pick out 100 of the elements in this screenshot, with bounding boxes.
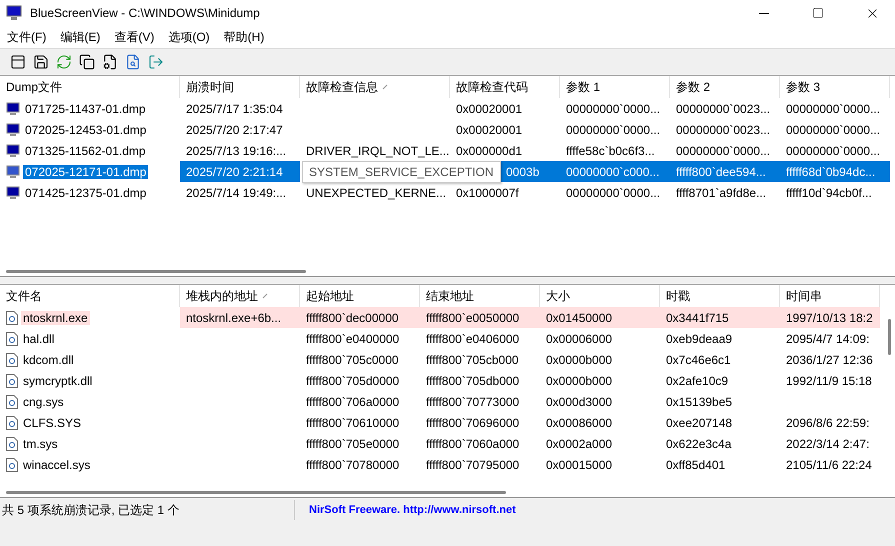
file-name[interactable]: CLFS.SYS — [21, 416, 84, 430]
table-cell: fffff800`706a0000 — [306, 394, 400, 408]
table-cell: 0x7c46e6c1 — [666, 352, 731, 366]
file-name[interactable]: 071725-11437-01.dmp — [23, 102, 148, 116]
table-cell: fffff800`e0406000 — [426, 332, 520, 346]
table-cell: 0x000000d1 — [456, 144, 522, 158]
file-icon — [6, 458, 18, 472]
table-cell: 00000000`0000... — [676, 144, 770, 158]
file-icon — [6, 332, 18, 346]
file-name[interactable]: hal.dll — [21, 332, 56, 346]
status-text: 共 5 项系统崩溃记录, 已选定 1 个 — [0, 500, 295, 520]
table-cell: fffff800`dee594... — [676, 164, 766, 178]
search-icon — [125, 54, 141, 70]
table-cell: 0x01450000 — [546, 310, 612, 324]
splitter[interactable] — [0, 276, 895, 285]
table-cell: 0x00020001 — [456, 122, 522, 136]
table-cell: 1992/11/9 15:18 — [786, 374, 872, 388]
file-icon — [6, 416, 18, 430]
table-cell: 1997/10/13 18:2 — [786, 310, 873, 324]
file-name[interactable]: 072025-12171-01.dmp — [23, 164, 148, 178]
table-cell: 0x000d3000 — [546, 394, 612, 408]
toolbar-button[interactable] — [77, 52, 97, 72]
table-cell: 2025/7/20 2:21:14 — [186, 164, 283, 178]
scrollbar-thumb[interactable] — [6, 270, 306, 272]
table-cell: fffff800`70610000 — [306, 416, 400, 430]
table-cell: 00000000`0000... — [786, 144, 880, 158]
maximize-icon — [812, 7, 824, 19]
file-name[interactable]: ntoskrnl.exe — [21, 310, 90, 324]
sort-icon — [382, 84, 388, 90]
file-name[interactable]: kdcom.dll — [21, 352, 76, 366]
table-cell: 00000000`0023... — [676, 102, 770, 116]
file-name[interactable]: symcryptk.dll — [21, 374, 94, 388]
table-cell: ntoskrnl.exe+6b... — [186, 310, 282, 324]
file-name[interactable]: winaccel.sys — [21, 458, 92, 472]
table-cell: ffff8701`a9fd8e... — [676, 186, 766, 200]
table-cell: fffff800`e0400000 — [306, 332, 400, 346]
table-cell: fffff800`705db000 — [426, 374, 520, 388]
table-cell: 0x00006000 — [546, 332, 612, 346]
table-cell: 0x622e3c4a — [666, 436, 732, 450]
table-cell: 2025/7/20 2:17:47 — [186, 122, 283, 136]
table-cell: 0xff85d401 — [666, 458, 726, 472]
table-cell: 00000000`0000... — [566, 186, 660, 200]
table-cell: fffff800`70696000 — [426, 416, 520, 430]
menu-item[interactable]: 文件(F) — [0, 26, 54, 48]
file-icon — [6, 436, 18, 450]
table-cell: 0003b — [506, 164, 540, 178]
app-monitor-icon — [6, 5, 22, 21]
file-name[interactable]: 071425-12375-01.dmp — [23, 186, 148, 200]
table-cell: 00000000`0000... — [566, 122, 660, 136]
file-name[interactable]: 071325-11562-01.dmp — [23, 144, 148, 158]
table-cell: 2036/1/27 12:36 — [786, 352, 873, 366]
refresh-icon — [56, 54, 72, 70]
table-cell: fffff800`705d0000 — [306, 374, 400, 388]
copy-icon — [79, 54, 95, 70]
table-cell: 2025/7/13 19:16:... — [186, 144, 286, 158]
scrollbar-thumb[interactable] — [888, 319, 891, 355]
table-cell: 2025/7/14 19:49:... — [186, 186, 286, 200]
file-icon — [6, 394, 18, 408]
table-cell: fffff800`705c0000 — [306, 352, 399, 366]
tooltip: SYSTEM_SERVICE_EXCEPTION — [302, 161, 500, 183]
table-cell: 0x1000007f — [456, 186, 519, 200]
website-link[interactable]: NirSoft Freeware. http://www.nirsoft.net — [295, 504, 516, 516]
table-cell: fffff800`7060a000 — [426, 436, 520, 450]
file-icon — [6, 352, 18, 366]
file-icon — [6, 374, 18, 388]
table-cell: 0x3441f715 — [666, 310, 729, 324]
table-cell: 0x0000b000 — [546, 374, 612, 388]
menu-item[interactable]: 编辑(E) — [53, 26, 108, 48]
table-cell: 2095/4/7 14:09: — [786, 332, 870, 346]
table-cell: 2105/11/6 22:24 — [786, 458, 872, 472]
table-cell: 0xeb9deaa9 — [666, 332, 732, 346]
monitor-icon — [6, 102, 20, 116]
window-icon — [10, 54, 26, 70]
sort-icon — [262, 293, 268, 299]
table-cell: 00000000`0023... — [676, 122, 770, 136]
table-cell: 00000000`0000... — [786, 102, 880, 116]
table-cell: fffff800`70795000 — [426, 458, 520, 472]
menu-item[interactable]: 选项(O) — [161, 26, 217, 48]
table-cell: fffff10d`94cb0f... — [786, 186, 872, 200]
table-cell: 0x0000b000 — [546, 352, 612, 366]
menu-item[interactable]: 查看(V) — [107, 26, 162, 48]
table-cell: 2022/3/14 2:47: — [786, 436, 870, 450]
table-cell: 2025/7/17 1:35:04 — [186, 102, 283, 116]
monitor-icon — [6, 122, 20, 136]
table-cell: 0x00015000 — [546, 458, 612, 472]
table-cell: DRIVER_IRQL_NOT_LE... — [306, 144, 450, 158]
scrollbar-thumb[interactable] — [6, 490, 506, 494]
table-cell: 0x00086000 — [546, 416, 612, 430]
table-cell: fffff800`705e0000 — [306, 436, 400, 450]
file-name[interactable]: 072025-12453-01.dmp — [23, 122, 148, 136]
monitor-icon — [6, 164, 20, 178]
table-cell: 00000000`c000... — [566, 164, 660, 178]
exit-icon — [148, 54, 164, 70]
table-cell: fffff68d`0b94dc... — [786, 164, 876, 178]
menu-item[interactable]: 帮助(H) — [216, 26, 272, 48]
table-cell: fffff800`70780000 — [306, 458, 400, 472]
table-cell: fffff800`705cb000 — [426, 352, 519, 366]
file-icon — [6, 310, 18, 324]
table-cell: 0xee207148 — [666, 416, 732, 430]
table-cell: 0x2afe10c9 — [666, 374, 728, 388]
